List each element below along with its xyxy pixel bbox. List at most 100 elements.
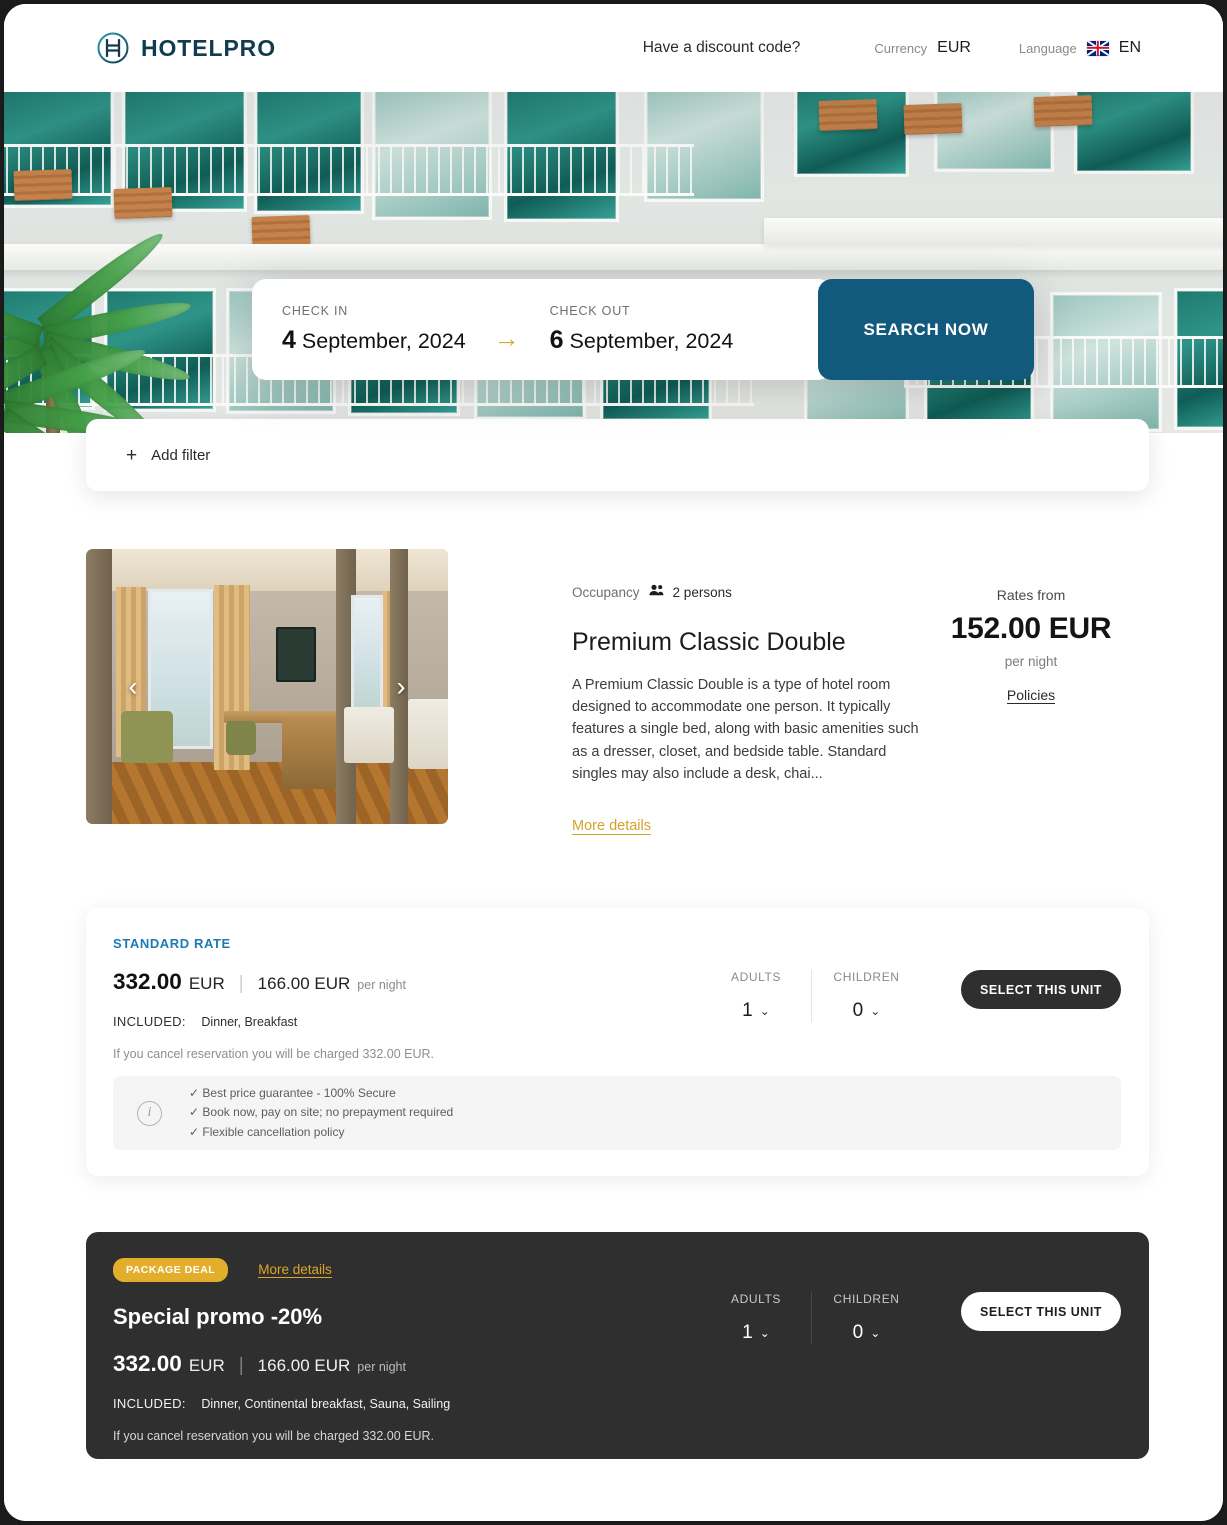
- standard-rate-unit-price: 166.00 EUR: [257, 974, 351, 993]
- chevron-down-icon: ⌄: [759, 1326, 770, 1340]
- carousel-prev-icon[interactable]: ‹: [120, 673, 146, 700]
- logo[interactable]: HOTELPRO: [96, 31, 276, 65]
- add-filter-button[interactable]: + Add filter: [126, 446, 210, 465]
- room-image-carousel[interactable]: ‹ ›: [86, 549, 448, 824]
- package-deal-badge: PACKAGE DEAL: [113, 1258, 229, 1282]
- room-details: Occupancy 2 persons Premium Classic Doub…: [448, 549, 921, 835]
- package-deal-title: Special promo -20%: [113, 1304, 323, 1329]
- children-stepper[interactable]: CHILDREN 0 ⌄: [811, 970, 921, 1022]
- checkout-field[interactable]: CHECK OUT 6 September, 2024: [550, 304, 734, 355]
- chevron-down-icon: ⌄: [870, 1326, 881, 1340]
- package-deal-card: PACKAGE DEAL More details Special promo …: [86, 1232, 1149, 1459]
- page-scroll-area[interactable]: HOTELPRO Have a discount code? Currency …: [4, 4, 1223, 1521]
- checkout-value: 6 September, 2024: [550, 326, 734, 355]
- included-label: INCLUDED:: [113, 1014, 186, 1029]
- package-deal-total: 332.00: [113, 1351, 182, 1376]
- rates-from-label: Rates from: [996, 587, 1066, 603]
- checkin-field[interactable]: CHECK IN 4 September, 2024: [282, 304, 466, 355]
- standard-rate-included: INCLUDED: Dinner, Breakfast: [113, 1014, 701, 1029]
- date-range-arrow-icon: →: [493, 322, 520, 353]
- adults-label: ADULTS: [730, 970, 782, 984]
- adults-stepper[interactable]: ADULTS 1 ⌄: [701, 1292, 811, 1344]
- checkin-value: 4 September, 2024: [282, 326, 466, 355]
- package-deal-cancel-note: If you cancel reservation you will be ch…: [113, 1429, 435, 1443]
- adults-count: 1: [742, 1322, 753, 1343]
- occupancy-value: 2 persons: [672, 584, 732, 600]
- checkout-month-year: September, 2024: [569, 329, 734, 353]
- hero-banner: [4, 92, 1223, 433]
- adults-count: 1: [742, 1000, 753, 1021]
- package-deal-unit-price: 166.00 EUR: [257, 1356, 351, 1375]
- select-unit-button-package[interactable]: SELECT THIS UNIT: [961, 1292, 1121, 1331]
- hotel-exterior-photo: [4, 92, 1223, 433]
- guarantee-item: ✓ Flexible cancellation policy: [189, 1124, 345, 1139]
- children-count: 0: [852, 1000, 864, 1021]
- guarantee-list: ✓ Best price guarantee - 100% Secure ✓ B…: [189, 1084, 453, 1142]
- price-divider: |: [238, 973, 244, 994]
- included-value: Dinner, Continental breakfast, Sauna, Sa…: [201, 1397, 451, 1411]
- package-deal-controls: ADULTS 1 ⌄ CHILDREN 0 ⌄ SELECT THIS UNIT: [701, 1258, 1121, 1344]
- package-deal-header: PACKAGE DEAL More details Special promo …: [113, 1258, 1121, 1443]
- uk-flag-icon: [1086, 40, 1109, 56]
- discount-code-link[interactable]: Have a discount code?: [643, 39, 801, 57]
- adults-value[interactable]: 1 ⌄: [742, 1322, 770, 1344]
- standard-rate-currency: EUR: [188, 974, 225, 993]
- rates-from-price: 152.00 EUR: [950, 612, 1112, 645]
- occupancy-label: Occupancy: [572, 584, 640, 600]
- included-value: Dinner, Breakfast: [201, 1015, 298, 1029]
- currency-selector[interactable]: Currency EUR: [874, 39, 971, 57]
- room-more-details-link[interactable]: More details: [572, 818, 651, 835]
- children-count: 0: [852, 1322, 864, 1343]
- standard-rate-card: STANDARD RATE 332.00 EUR | 166.00 EUR pe…: [86, 908, 1149, 1176]
- standard-rate-info: STANDARD RATE 332.00 EUR | 166.00 EUR pe…: [113, 936, 701, 1061]
- checkin-label: CHECK IN: [282, 304, 349, 318]
- checkin-month-year: September, 2024: [301, 329, 466, 353]
- package-more-details-link[interactable]: More details: [258, 1262, 332, 1278]
- children-value[interactable]: 0 ⌄: [853, 1322, 881, 1344]
- add-filter-label: Add filter: [151, 446, 211, 464]
- logo-text: HOTELPRO: [141, 34, 276, 61]
- standard-rate-price-line: 332.00 EUR | 166.00 EUR per night: [113, 969, 701, 995]
- language-value: EN: [1118, 39, 1141, 56]
- room-description: A Premium Classic Double is a type of ho…: [572, 677, 919, 782]
- search-date-fields: CHECK IN 4 September, 2024 → CHECK OUT 6…: [252, 279, 832, 380]
- package-deal-info: PACKAGE DEAL More details Special promo …: [113, 1258, 701, 1443]
- adults-value[interactable]: 1 ⌄: [742, 1000, 770, 1022]
- standard-rate-controls: ADULTS 1 ⌄ CHILDREN 0 ⌄ SELECT THIS UNIT: [701, 936, 1121, 1061]
- children-label: CHILDREN: [833, 1292, 900, 1306]
- children-value[interactable]: 0 ⌄: [853, 1000, 881, 1022]
- carousel-next-icon[interactable]: ›: [388, 673, 414, 700]
- room-listing: ‹ › Occupancy 2 persons Premium Classic …: [4, 549, 1223, 835]
- search-now-button[interactable]: SEARCH NOW: [818, 279, 1034, 380]
- price-divider: |: [238, 1355, 244, 1376]
- guarantee-item: ✓ Book now, pay on site; no prepayment r…: [189, 1105, 454, 1120]
- adults-label: ADULTS: [730, 1292, 782, 1306]
- filter-bar: + Add filter: [86, 419, 1149, 491]
- policies-link[interactable]: Policies: [1006, 687, 1056, 704]
- chevron-down-icon: ⌄: [759, 1004, 770, 1018]
- language-selector[interactable]: Language EN: [1019, 39, 1141, 57]
- language-label: Language: [1018, 40, 1077, 56]
- search-bar: CHECK IN 4 September, 2024 → CHECK OUT 6…: [252, 279, 1034, 380]
- chevron-down-icon: ⌄: [870, 1004, 881, 1018]
- children-stepper[interactable]: CHILDREN 0 ⌄: [811, 1292, 921, 1344]
- package-deal-per-night: per night: [357, 1360, 406, 1374]
- standard-rate-per-night: per night: [357, 978, 406, 992]
- included-label: INCLUDED:: [113, 1396, 186, 1411]
- currency-label: Currency: [874, 40, 928, 56]
- rates-summary: Rates from 152.00 EUR per night Policies: [921, 549, 1141, 835]
- package-deal-currency: EUR: [188, 1356, 225, 1375]
- package-deal-price-line: 332.00 EUR | 166.00 EUR per night: [113, 1351, 701, 1377]
- select-unit-button-standard[interactable]: SELECT THIS UNIT: [961, 970, 1121, 1009]
- standard-rate-header: STANDARD RATE 332.00 EUR | 166.00 EUR pe…: [113, 936, 1121, 1061]
- occupancy-row: Occupancy 2 persons: [572, 583, 921, 601]
- checkout-label: CHECK OUT: [549, 304, 631, 318]
- currency-value: EUR: [937, 39, 971, 56]
- package-deal-badge-row: PACKAGE DEAL More details: [113, 1258, 701, 1282]
- people-icon: [648, 583, 664, 601]
- children-label: CHILDREN: [833, 970, 900, 984]
- hotelpro-logo-icon: [96, 31, 130, 65]
- header-actions: Have a discount code? Currency EUR Langu…: [643, 39, 1141, 57]
- adults-stepper[interactable]: ADULTS 1 ⌄: [701, 970, 811, 1022]
- room-title: Premium Classic Double: [572, 628, 846, 656]
